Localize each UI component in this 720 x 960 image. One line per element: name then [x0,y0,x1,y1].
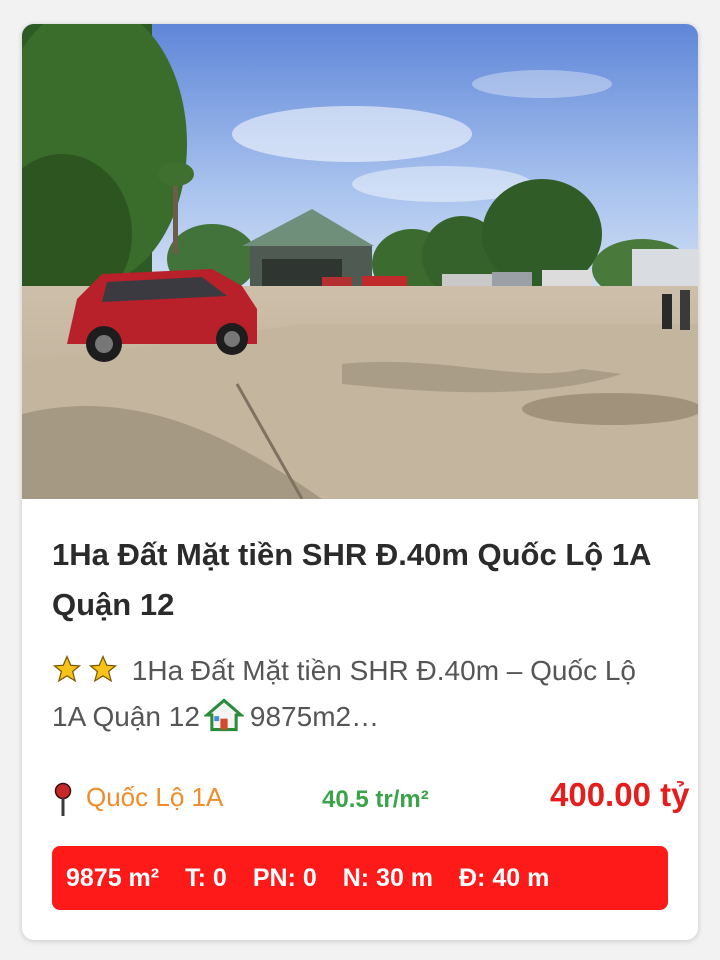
listing-meta: Quốc Lộ 1A 40.5 tr/m² 400.00 tỷ [52,776,692,826]
pin-icon [54,782,72,816]
spec-area: 9875 m² [66,863,160,892]
spec-road: Đ: 40 m [459,863,550,892]
listing-excerpt: 1Ha Đất Mặt tiền SHR Đ.40m – Quốc Lộ 1A … [52,648,672,740]
listing-card[interactable]: 1Ha Đất Mặt tiền SHR Đ.40m Quốc Lộ 1A Qu… [22,24,698,940]
spec-floors: T: 0 [185,863,227,892]
spec-bedrooms: PN: 0 [252,863,317,892]
house-icon [203,698,244,732]
listing-photo[interactable] [22,24,698,499]
excerpt-tail: 9875m2… [249,701,380,732]
price-per-m2: 40.5 tr/m² [322,786,429,813]
star-icon [88,654,118,683]
star-icon [52,654,82,683]
specs-bar: 9875 m² T: 0 PN: 0 N: 30 m Đ: 40 m [52,846,668,910]
listing-price: 400.00 tỷ [550,776,690,813]
location-link[interactable]: Quốc Lộ 1A [86,782,223,813]
spec-width: N: 30 m [342,863,434,892]
listing-title[interactable]: 1Ha Đất Mặt tiền SHR Đ.40m Quốc Lộ 1A Qu… [52,530,672,630]
